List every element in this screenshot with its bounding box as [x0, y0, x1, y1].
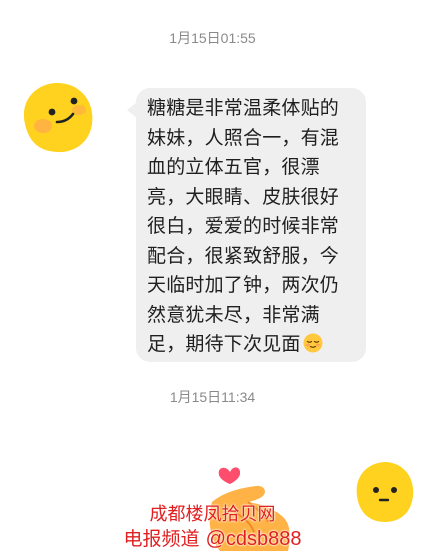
message-bubble[interactable]: 糖糖是非常温柔体贴的妹妹，人照合一，有混血的立体五官，很漂亮，大眼睛、皮肤很好很…	[127, 88, 366, 362]
timestamp: 1月15日01:55	[169, 30, 256, 46]
timestamp: 1月15日11:34	[169, 389, 256, 405]
contact-avatar[interactable]	[17, 80, 95, 154]
watermark-handle: @cdsb888	[205, 528, 302, 550]
relieved-face-icon	[303, 333, 323, 353]
watermark-line-1: 成都楼凤拾贝网	[149, 504, 276, 525]
yellow-blob-avatar-icon	[23, 82, 93, 153]
message-text: 糖糖是非常温柔体贴的妹妹，人照合一，有混血的立体五官，很漂亮，大眼睛、皮肤很好很…	[147, 97, 340, 355]
watermark-prefix: 电报频道	[123, 528, 206, 550]
watermark-line-2: 电报频道 @cdsb888	[0, 524, 425, 551]
